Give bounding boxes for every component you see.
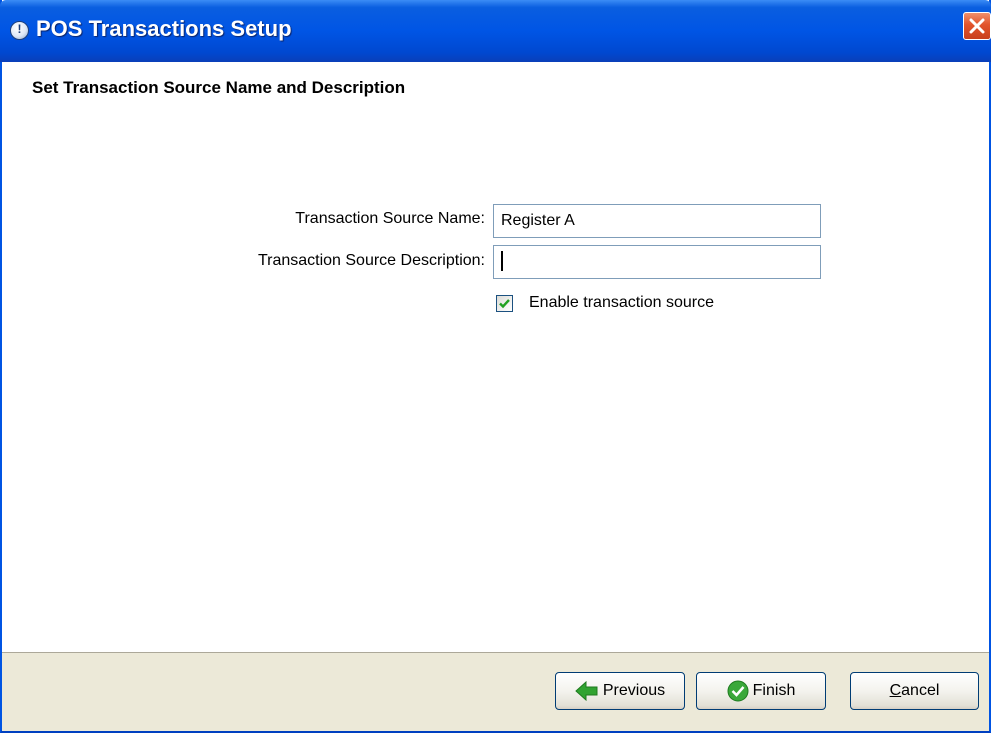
check-circle-icon	[727, 680, 749, 702]
close-icon	[969, 18, 985, 34]
cancel-button[interactable]: Cancel	[850, 672, 979, 710]
enable-source-label[interactable]: Enable transaction source	[529, 294, 714, 312]
source-description-label: Transaction Source Description:	[257, 252, 485, 269]
source-name-label: Transaction Source Name:	[295, 210, 485, 227]
app-info-icon	[10, 21, 29, 40]
enable-source-checkbox[interactable]	[496, 295, 513, 312]
button-bar	[2, 652, 989, 731]
title-bar[interactable]: POS Transactions Setup	[0, 0, 991, 62]
cancel-label: Cancel	[889, 682, 940, 699]
close-button[interactable]	[963, 12, 991, 40]
text-caret	[501, 251, 503, 271]
checkmark-icon	[499, 299, 510, 309]
setup-window: POS Transactions Setup Set Transaction S…	[0, 0, 991, 733]
source-description-input[interactable]	[493, 245, 821, 279]
back-arrow-icon	[575, 681, 598, 701]
finish-label: Finish	[752, 682, 796, 699]
window-title: POS Transactions Setup	[36, 16, 292, 41]
previous-label: Previous	[602, 682, 666, 699]
finish-button[interactable]: Finish	[696, 672, 826, 710]
page-heading: Set Transaction Source Name and Descript…	[32, 78, 406, 97]
source-name-input[interactable]	[493, 204, 821, 238]
previous-button[interactable]: Previous	[555, 672, 685, 710]
